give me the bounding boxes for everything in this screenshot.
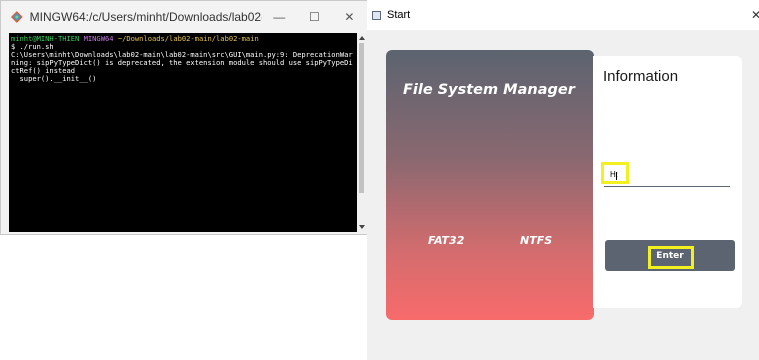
maximize-button[interactable]: ☐	[297, 1, 332, 33]
window-icon	[372, 10, 381, 20]
fs-option-ntfs[interactable]: NTFS	[520, 234, 552, 247]
terminal-window: MINGW64:/c/Users/minht/Downloads/lab02-m…	[0, 0, 368, 235]
git-bash-icon	[10, 11, 23, 23]
prompt-path: ~/Downloads/lab02-main/lab02-main	[117, 34, 259, 43]
fs-option-fat32[interactable]: FAT32	[428, 234, 464, 247]
output-line: super().__init__()	[11, 74, 97, 83]
scroll-up-icon[interactable]	[359, 36, 365, 40]
close-button[interactable]: ✕	[332, 1, 367, 33]
minimize-button[interactable]: —	[262, 1, 297, 33]
information-heading: Information	[603, 68, 679, 85]
terminal-title: MINGW64:/c/Users/minht/Downloads/lab02-m…	[29, 10, 262, 24]
enter-button[interactable]: Enter	[605, 240, 735, 271]
start-window: Start ✕ File System Manager FAT32 NTFS I…	[367, 0, 759, 360]
start-close-button[interactable]: ✕	[751, 8, 759, 22]
terminal-output[interactable]: minht@MINH-THIEN MINGW64 ~/Downloads/lab…	[9, 33, 357, 232]
information-panel: Information Enter	[593, 56, 742, 308]
prompt-shell: MINGW64	[83, 34, 114, 43]
drive-input[interactable]	[604, 163, 730, 187]
text-caret	[616, 172, 617, 180]
start-titlebar[interactable]: Start ✕	[367, 0, 759, 30]
start-title: Start	[387, 9, 411, 21]
terminal-titlebar[interactable]: MINGW64:/c/Users/minht/Downloads/lab02-m…	[1, 1, 367, 33]
scrollbar-thumb[interactable]	[359, 43, 364, 193]
terminal-scrollbar[interactable]	[357, 33, 367, 232]
scroll-down-icon[interactable]	[359, 225, 365, 229]
left-panel: File System Manager FAT32 NTFS	[386, 50, 594, 320]
app-title: File System Manager	[403, 82, 575, 98]
